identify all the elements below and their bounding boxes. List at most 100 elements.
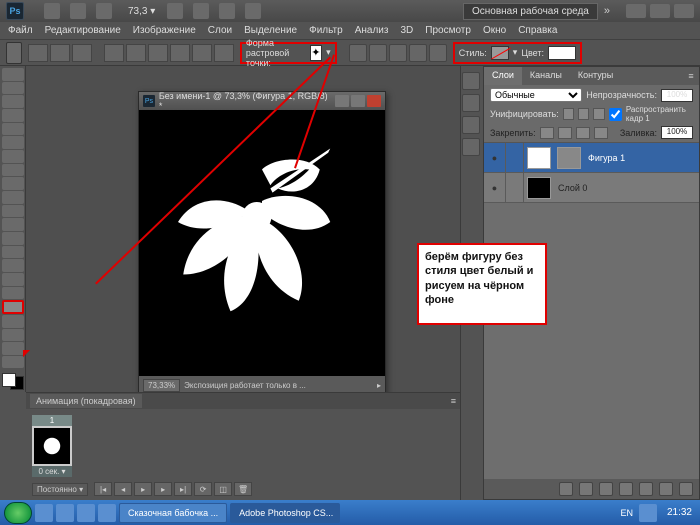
menu-edit[interactable]: Редактирование [45, 25, 121, 36]
quicklaunch-desktop[interactable] [98, 504, 116, 522]
tab-channels[interactable]: Каналы [522, 67, 570, 85]
layer-row-layer0[interactable]: Слой 0 [484, 173, 699, 203]
link-cell[interactable] [506, 173, 524, 203]
dock-icon-2[interactable] [462, 94, 480, 112]
layer-name[interactable]: Слой 0 [558, 183, 587, 193]
shape-custom[interactable] [214, 44, 234, 62]
blur-tool[interactable] [2, 232, 24, 245]
viewmode-icon[interactable] [70, 3, 86, 19]
link-cell[interactable] [506, 143, 524, 173]
prev-frame-button[interactable]: ◂ [114, 482, 132, 496]
foreground-color[interactable] [2, 373, 16, 387]
minimize-button[interactable] [626, 4, 646, 18]
layer-thumb[interactable] [527, 177, 551, 199]
crop-tool[interactable] [2, 123, 24, 136]
shape-mode-paths[interactable] [50, 44, 70, 62]
heal-tool[interactable] [2, 150, 24, 163]
quicklaunch-ie[interactable] [35, 504, 53, 522]
menu-filter[interactable]: Фильтр [309, 25, 343, 36]
loop-select[interactable]: Постоянно ▾ [32, 483, 88, 496]
pathop-intersect[interactable] [409, 44, 427, 62]
shape-mode-layers[interactable] [28, 44, 48, 62]
adjust-icon[interactable] [619, 482, 633, 496]
current-tool-icon[interactable] [6, 42, 22, 64]
frame-delay[interactable]: 0 сек. ▾ [32, 466, 72, 477]
lock-pos-icon[interactable] [576, 127, 590, 139]
trash-icon[interactable] [679, 482, 693, 496]
animation-frame-1[interactable]: 1 0 сек. ▾ [32, 415, 72, 477]
chevron-icon[interactable]: » [604, 5, 610, 17]
vector-mask-thumb[interactable] [557, 147, 581, 169]
animation-tab[interactable]: Анимация (покадровая) [30, 394, 142, 408]
style-dropdown-icon[interactable]: ▾ [513, 47, 518, 58]
menu-image[interactable]: Изображение [133, 25, 196, 36]
eyedropper-tool[interactable] [2, 136, 24, 149]
menu-3d[interactable]: 3D [400, 25, 413, 36]
menu-help[interactable]: Справка [518, 25, 557, 36]
shape-line[interactable] [192, 44, 212, 62]
first-frame-button[interactable]: |◂ [94, 482, 112, 496]
visibility-toggle[interactable] [484, 143, 506, 173]
layer-row-shape1[interactable]: Фигура 1 [484, 143, 699, 173]
new-layer-icon[interactable] [659, 482, 673, 496]
lock-all-icon[interactable] [594, 127, 608, 139]
clock[interactable]: 21:32 [663, 507, 696, 518]
propagate-checkbox[interactable] [609, 108, 622, 121]
panel-menu-icon[interactable]: ≡ [683, 67, 699, 85]
gradient-tool[interactable] [2, 218, 24, 231]
link-icon[interactable] [559, 482, 573, 496]
dock-icon-3[interactable] [462, 116, 480, 134]
menu-layer[interactable]: Слои [208, 25, 232, 36]
tab-layers[interactable]: Слои [484, 67, 522, 85]
doc-minimize-button[interactable] [335, 95, 349, 107]
frame-thumbnail[interactable] [32, 426, 72, 466]
dodge-tool[interactable] [2, 246, 24, 259]
new-frame-button[interactable]: ◫ [214, 482, 232, 496]
shape-thumbnail[interactable] [310, 45, 323, 61]
3d-tool[interactable] [2, 315, 24, 328]
quicklaunch-opera[interactable] [56, 504, 74, 522]
play-button[interactable]: ▸ [134, 482, 152, 496]
move-tool[interactable] [2, 68, 24, 81]
rotate-icon[interactable] [219, 3, 235, 19]
doc-maximize-button[interactable] [351, 95, 365, 107]
fx-icon[interactable] [579, 482, 593, 496]
camera-tool[interactable] [2, 329, 24, 342]
close-button[interactable] [674, 4, 694, 18]
color-swatch[interactable] [548, 46, 576, 60]
titlebar-zoom[interactable]: 73,3 ▾ [128, 6, 155, 17]
dock-icon-4[interactable] [462, 138, 480, 156]
fill-field[interactable]: 100% [661, 126, 693, 139]
shape-roundrect[interactable] [126, 44, 146, 62]
path-select-tool[interactable] [2, 287, 24, 300]
lasso-tool[interactable] [2, 95, 24, 108]
pen-tool[interactable] [2, 259, 24, 272]
color-swatches[interactable] [2, 373, 24, 389]
arrange-icon[interactable] [245, 3, 261, 19]
unify-vis-icon[interactable] [578, 108, 589, 120]
shape-ellipse[interactable] [148, 44, 168, 62]
quicklaunch-chrome[interactable] [77, 504, 95, 522]
marquee-tool[interactable] [2, 82, 24, 95]
tab-paths[interactable]: Контуры [570, 67, 621, 85]
start-button[interactable] [4, 502, 32, 524]
taskbar-task-1[interactable]: Сказочная бабочка ... [119, 503, 227, 523]
screen-icon[interactable] [96, 3, 112, 19]
menu-file[interactable]: Файл [8, 25, 33, 36]
tray-icon[interactable] [639, 504, 657, 522]
group-icon[interactable] [639, 482, 653, 496]
language-indicator[interactable]: EN [620, 508, 633, 518]
wand-tool[interactable] [2, 109, 24, 122]
history-brush-tool[interactable] [2, 191, 24, 204]
custom-shape-tool[interactable] [2, 300, 24, 314]
doc-zoom-field[interactable]: 73,33% [143, 379, 180, 392]
menu-window[interactable]: Окно [483, 25, 506, 36]
layer-name[interactable]: Фигура 1 [588, 153, 625, 163]
tween-button[interactable]: ⟳ [194, 482, 212, 496]
doc-close-button[interactable] [367, 95, 381, 107]
pathop-new[interactable] [349, 44, 367, 62]
blend-mode-select[interactable]: Обычные [490, 88, 582, 102]
menu-select[interactable]: Выделение [244, 25, 297, 36]
stamp-tool[interactable] [2, 177, 24, 190]
menu-analysis[interactable]: Анализ [355, 25, 389, 36]
